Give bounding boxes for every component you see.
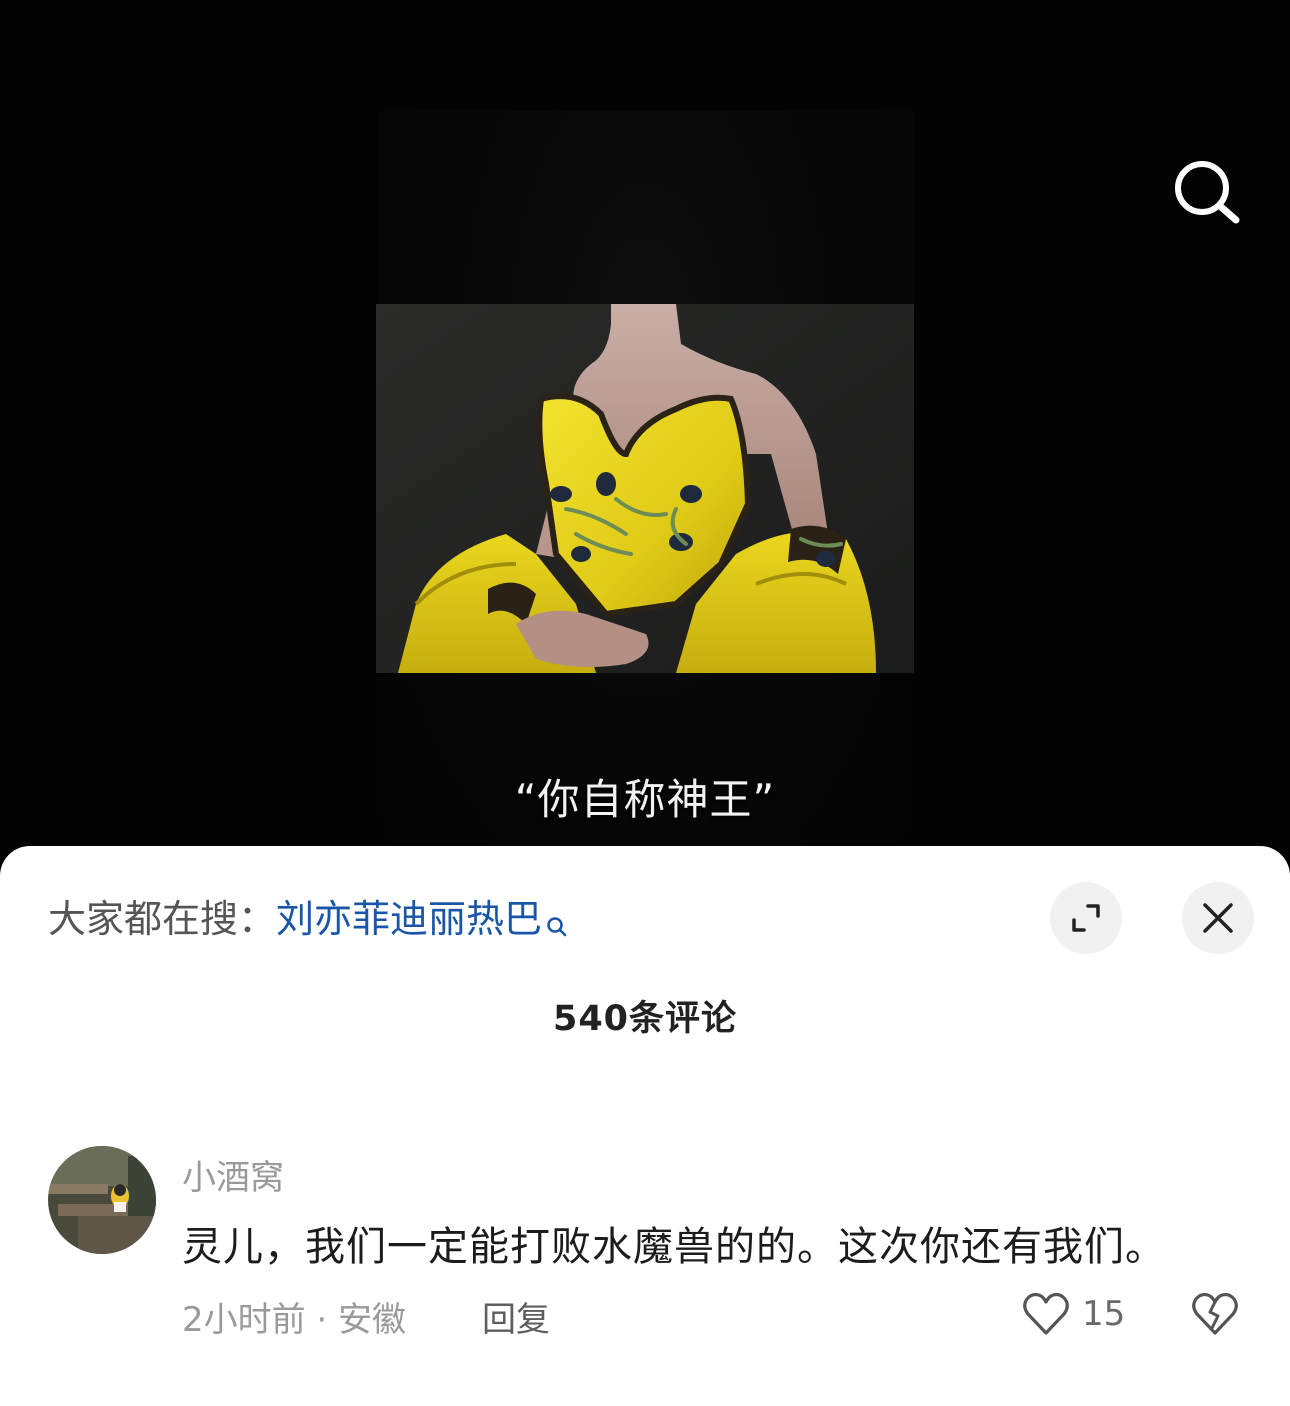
reply-button[interactable]: 回复 [482,1292,550,1341]
close-icon [1203,903,1233,933]
small-search-icon[interactable] [546,900,568,950]
hot-search-bar[interactable]: 大家都在搜：刘亦菲迪丽热巴 [48,894,568,944]
video-frame-image [376,304,914,673]
comment-time-location: 2小时前 · 安徽 [182,1300,407,1340]
like-count: 15 [1082,1294,1126,1334]
expand-icon [1072,904,1100,932]
heart-outline-icon [1023,1292,1069,1335]
video-subtitle: “你自称神王” [514,775,776,824]
expand-button[interactable] [1050,882,1122,954]
search-icon [1175,161,1240,224]
comment-username[interactable]: 小酒窝 [182,1150,284,1199]
hot-search-prefix: 大家都在搜： [48,897,277,941]
hot-search-link[interactable]: 刘亦菲迪丽热巴 [276,897,542,941]
dislike-button[interactable] [1188,1288,1242,1340]
close-button[interactable] [1182,882,1254,954]
like-button[interactable] [1020,1288,1072,1340]
broken-heart-icon [1192,1292,1238,1335]
comment-text: 灵儿，我们一定能打败水魔兽的的。这次你还有我们。 [182,1224,1166,1270]
video-player[interactable]: “你自称神王” [0,0,1290,870]
avatar[interactable] [48,1146,156,1254]
comment-count-title: 540条评论 [552,999,738,1039]
search-button[interactable] [1170,156,1242,228]
